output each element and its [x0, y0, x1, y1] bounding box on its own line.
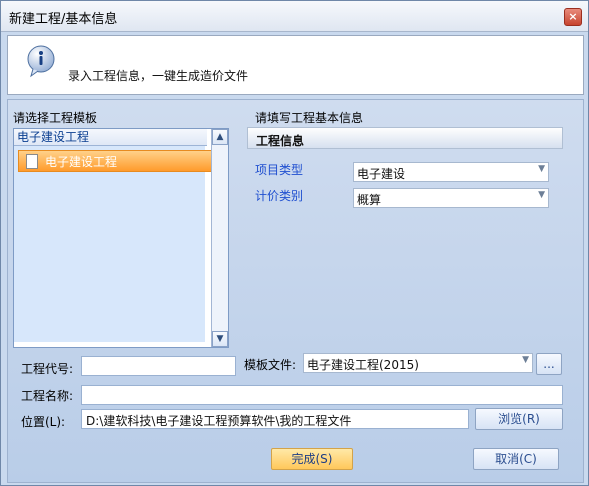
banner-message: 录入工程信息，一键生成造价文件: [68, 69, 249, 83]
template-file-select[interactable]: 电子建设工程(2015) ▼: [303, 353, 533, 373]
cancel-button[interactable]: 取消(C): [473, 448, 559, 470]
location-value: D:\建软科技\电子建设工程预算软件\我的工程文件: [86, 414, 352, 428]
template-browse-button[interactable]: ...: [536, 353, 562, 375]
pricing-category-label: 计价类别: [255, 189, 304, 203]
document-icon: [26, 154, 38, 169]
scroll-down-icon[interactable]: ▼: [212, 331, 228, 347]
info-banner: 录入工程信息，一键生成造价文件: [7, 35, 584, 95]
browse-button[interactable]: 浏览(R): [475, 408, 563, 430]
project-type-select[interactable]: 电子建设 ▼: [353, 162, 549, 182]
location-label: 位置(L):: [21, 415, 66, 429]
window-title: 新建工程/基本信息: [9, 12, 118, 27]
template-file-label: 模板文件:: [244, 358, 297, 372]
pricing-category-value: 概算: [357, 193, 382, 207]
chevron-down-icon: ▼: [522, 355, 529, 365]
chevron-down-icon: ▼: [538, 190, 545, 200]
template-list[interactable]: 电子建设工程 电子建设工程 ▲ ▼: [13, 128, 229, 348]
project-info-section-header: 工程信息: [247, 127, 563, 149]
project-code-label: 工程代号:: [21, 362, 74, 376]
pricing-category-select[interactable]: 概算 ▼: [353, 188, 549, 208]
template-panel-heading: 请选择工程模板: [13, 111, 98, 125]
project-type-value: 电子建设: [357, 167, 406, 181]
scroll-up-icon[interactable]: ▲: [212, 129, 228, 145]
title-bar: 新建工程/基本信息 ×: [1, 1, 588, 32]
location-input[interactable]: D:\建软科技\电子建设工程预算软件\我的工程文件: [81, 409, 469, 429]
section-title: 工程信息: [256, 134, 305, 148]
template-file-value: 电子建设工程(2015): [307, 358, 419, 372]
project-name-input[interactable]: [81, 385, 563, 405]
project-name-label: 工程名称:: [21, 389, 74, 403]
template-list-header: 电子建设工程: [14, 129, 207, 146]
template-list-body: 电子建设工程: [14, 146, 216, 342]
template-item-label: 电子建设工程: [45, 155, 118, 169]
new-project-dialog: 新建工程/基本信息 × 录入工程信息，一键生成造价文件 请选择工程模板 电子建设…: [0, 0, 589, 486]
project-info-heading: 请填写工程基本信息: [255, 111, 364, 125]
chevron-down-icon: ▼: [538, 164, 545, 174]
project-code-input[interactable]: [81, 356, 236, 376]
project-info-panel: 工程信息 项目类型 电子建设 ▼ 计价类别 概算 ▼: [247, 127, 563, 347]
project-type-label: 项目类型: [255, 163, 304, 177]
info-icon: [27, 45, 55, 78]
finish-button[interactable]: 完成(S): [271, 448, 353, 470]
close-button[interactable]: ×: [564, 8, 582, 26]
template-list-scrollbar[interactable]: ▲ ▼: [211, 129, 228, 347]
template-list-item[interactable]: 电子建设工程: [18, 150, 216, 172]
